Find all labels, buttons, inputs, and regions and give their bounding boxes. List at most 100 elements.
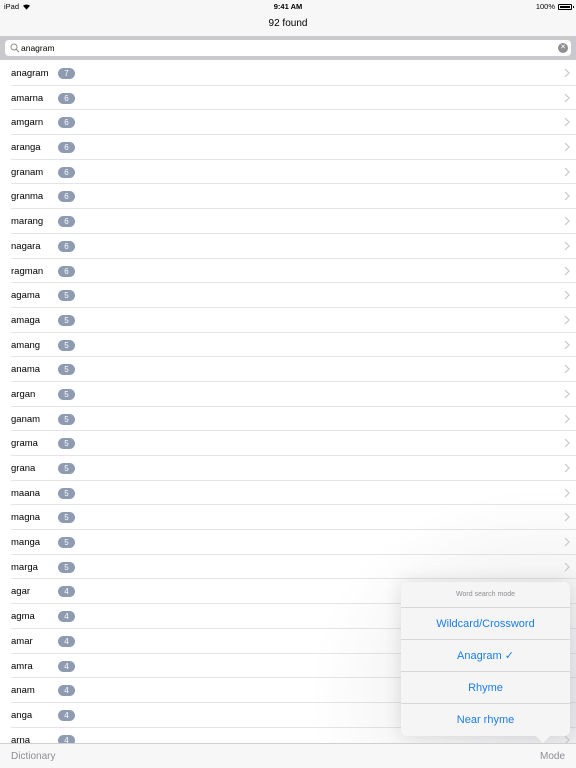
letter-count-badge: 5 [58, 290, 75, 302]
chevron-right-icon [564, 414, 570, 424]
result-word: nagara [11, 240, 41, 252]
result-row[interactable]: agama 5 [11, 283, 576, 308]
letter-count-badge: 5 [58, 388, 75, 400]
mode-option-near-rhyme[interactable]: Near rhyme [401, 704, 570, 736]
chevron-right-icon [564, 340, 570, 349]
letter-count-badge: 5 [58, 561, 75, 573]
letter-count-badge: 5 [58, 487, 75, 499]
result-word: amgarn [11, 117, 44, 129]
letter-count-badge: 5 [58, 364, 75, 376]
result-word: agama [11, 290, 41, 302]
letter-count-badge: 4 [58, 611, 75, 623]
result-row[interactable]: aranga 6 [11, 135, 576, 160]
result-word: grana [11, 463, 36, 474]
letter-count-badge: 4 [58, 660, 75, 672]
search-icon [10, 43, 20, 53]
mode-option-anagram[interactable]: Anagram ✓ [401, 640, 570, 672]
chevron-right-icon [564, 192, 570, 201]
letter-count-badge: 5 [58, 438, 75, 450]
letter-count-badge: 5 [58, 314, 75, 326]
result-word: amarna [11, 92, 44, 104]
result-word: grama [11, 438, 38, 450]
mode-button[interactable]: Mode [540, 751, 565, 762]
result-row[interactable]: ganam 5 [11, 407, 576, 432]
clear-search-icon[interactable]: ✕ [558, 43, 568, 53]
chevron-right-icon [564, 93, 570, 103]
result-row[interactable]: granam 6 [11, 160, 576, 185]
bottom-toolbar: Dictionary Mode [0, 743, 576, 768]
result-row[interactable]: anama 5 [11, 357, 576, 382]
result-word: marga [11, 561, 38, 573]
result-row[interactable]: magna 5 [11, 505, 576, 531]
result-row[interactable]: amang 5 [11, 333, 576, 358]
chevron-right-icon [564, 488, 570, 498]
letter-count-badge: 5 [58, 537, 75, 549]
letter-count-badge: 5 [58, 512, 75, 524]
status-right: 100% [536, 2, 574, 11]
result-word: granam [11, 166, 44, 178]
battery-icon [558, 3, 574, 10]
nav-bar: 92 found [0, 12, 576, 36]
search-input[interactable] [21, 40, 551, 56]
result-row[interactable]: grana 5 [11, 456, 576, 481]
chevron-right-icon [564, 117, 570, 127]
result-row[interactable]: marga 5 [11, 555, 576, 580]
status-bar: iPad 9:41 AM 100% [0, 0, 576, 12]
result-row[interactable]: manga 5 [11, 530, 576, 555]
chevron-right-icon [564, 68, 570, 78]
search-field[interactable]: ✕ [5, 40, 571, 56]
result-word: amang [11, 339, 41, 351]
chevron-right-icon [564, 241, 570, 251]
mode-option-wildcard[interactable]: Wildcard/Crossword [401, 608, 570, 640]
popover-arrow [536, 736, 550, 743]
result-row[interactable]: maana 5 [11, 481, 576, 506]
chevron-right-icon [564, 463, 570, 473]
chevron-right-icon [564, 364, 570, 374]
chevron-right-icon [564, 266, 570, 275]
mode-option-rhyme[interactable]: Rhyme [401, 672, 570, 704]
letter-count-badge: 7 [58, 68, 75, 79]
letter-count-badge: 6 [58, 265, 75, 277]
result-word: aranga [11, 142, 41, 154]
letter-count-badge: 4 [58, 586, 75, 598]
result-word: ganam [11, 413, 41, 425]
chevron-right-icon [564, 438, 570, 448]
letter-count-badge: 6 [58, 216, 75, 228]
result-word: anama [11, 364, 41, 376]
chevron-right-icon [564, 142, 570, 152]
chevron-right-icon [564, 167, 570, 177]
result-row[interactable]: amgarn 6 [11, 110, 576, 136]
chevron-right-icon [564, 216, 570, 226]
result-row[interactable]: nagara 6 [11, 234, 576, 259]
chevron-right-icon [564, 290, 570, 300]
chevron-right-icon [564, 562, 570, 572]
result-row[interactable]: ragman 6 [11, 259, 576, 284]
chevron-right-icon [564, 537, 570, 547]
result-row[interactable]: amarna 6 [11, 86, 576, 111]
letter-count-badge: 6 [58, 142, 75, 154]
result-word: arna [11, 734, 31, 743]
result-row[interactable]: grama 5 [11, 431, 576, 456]
letter-count-badge: 4 [58, 685, 75, 697]
result-row[interactable]: marang 6 [11, 209, 576, 234]
result-word: amar [11, 635, 33, 647]
dictionary-button[interactable]: Dictionary [11, 751, 55, 762]
result-word: agar [11, 586, 31, 598]
result-word: amra [11, 660, 33, 672]
result-row[interactable]: argan 5 [11, 382, 576, 407]
letter-count-badge: 4 [58, 709, 75, 721]
popover-header: Word search mode [401, 582, 570, 608]
letter-count-badge: 4 [58, 635, 75, 647]
result-word: manga [11, 537, 41, 549]
result-row[interactable]: granma 6 [11, 184, 576, 210]
search-mode-popover: Word search mode Wildcard/Crossword Anag… [401, 582, 570, 736]
letter-count-badge: 6 [58, 191, 75, 203]
result-word: amaga [11, 314, 41, 326]
result-row[interactable]: amaga 5 [11, 308, 576, 333]
result-word: marang [11, 216, 44, 228]
result-row[interactable]: anagram 7 [11, 61, 576, 86]
result-word: anam [11, 685, 35, 697]
letter-count-badge: 5 [58, 463, 75, 474]
letter-count-badge: 5 [58, 339, 75, 351]
letter-count-badge: 6 [58, 92, 75, 104]
